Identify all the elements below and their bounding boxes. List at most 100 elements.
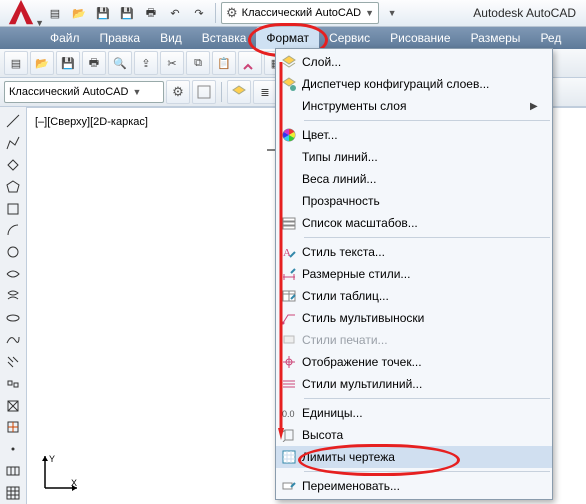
menu-separator	[304, 471, 550, 472]
chevron-down-icon: ▼	[132, 87, 141, 97]
draw-tool-2[interactable]	[2, 155, 24, 175]
draw-tool-12[interactable]	[2, 374, 24, 394]
menu-separator	[304, 120, 550, 121]
menu-item-label: Стиль текста...	[302, 245, 530, 259]
draw-tool-13[interactable]	[2, 396, 24, 416]
qat-redo-icon[interactable]: ↷	[188, 2, 210, 24]
menu-item-вид[interactable]: Вид	[150, 27, 192, 49]
draw-tool-3[interactable]	[2, 177, 24, 197]
menu-item-лимиты-чертежа[interactable]: Лимиты чертежа	[276, 446, 552, 468]
separator	[221, 82, 222, 102]
tb-ws-gear-icon[interactable]: ⚙	[166, 80, 190, 104]
qat-open-icon[interactable]: 📂	[68, 2, 90, 24]
draw-tool-9[interactable]	[2, 308, 24, 328]
tb-copy-icon[interactable]: ⧉	[186, 51, 210, 75]
workspace-combo[interactable]: ⚙ Классический AutoCAD ▼	[221, 2, 379, 24]
menu-item-label: Веса линий...	[302, 172, 530, 186]
format-dropdown: Слой... Диспетчер конфигураций слоев... Ин…	[275, 48, 553, 500]
tb-new-icon[interactable]: ▤	[4, 51, 28, 75]
point-style-icon	[276, 355, 302, 369]
menu-item-правка[interactable]: Правка	[90, 27, 151, 49]
draw-tool-4[interactable]	[2, 199, 24, 219]
draw-tool-1[interactable]	[2, 133, 24, 153]
menu-item-диспетчер-конфигураций-слоев-[interactable]: Диспетчер конфигураций слоев...	[276, 73, 552, 95]
tb-publish-icon[interactable]: ⇪	[134, 51, 158, 75]
layer-state-icon	[276, 77, 302, 91]
draw-tool-7[interactable]	[2, 264, 24, 284]
rename-icon	[276, 479, 302, 493]
menu-item-отображение-точек-[interactable]: Отображение точек...	[276, 351, 552, 373]
tb-preview-icon[interactable]: 🔍	[108, 51, 132, 75]
menu-item-список-масштабов-[interactable]: Список масштабов...	[276, 212, 552, 234]
menu-item-стиль-текста-[interactable]: A Стиль текста...	[276, 241, 552, 263]
plot-style-icon	[276, 333, 302, 347]
qat-print-icon[interactable]: 🖶	[140, 2, 162, 24]
viewport-label[interactable]: [–][Сверху][2D-каркас]	[35, 116, 148, 128]
menu-item-label: Размерные стили...	[302, 267, 530, 281]
menu-item-единицы-[interactable]: 0.0Единицы...	[276, 402, 552, 424]
menu-item-слой-[interactable]: Слой...	[276, 51, 552, 73]
draw-tool-11[interactable]	[2, 352, 24, 372]
tb-cut-icon[interactable]: ✂	[160, 51, 184, 75]
tb-open-icon[interactable]: 📂	[30, 51, 54, 75]
separator	[215, 3, 216, 23]
menu-item-label: Слой...	[302, 55, 530, 69]
qat-new-icon[interactable]: ▤	[44, 2, 66, 24]
menu-item-переименовать-[interactable]: Переименовать...	[276, 475, 552, 497]
tb-match-icon[interactable]	[238, 51, 262, 75]
workspace-combo-2[interactable]: Классический AutoCAD ▼	[4, 81, 164, 103]
layer-icon	[276, 55, 302, 69]
tb-save-icon[interactable]: 💾	[56, 51, 80, 75]
tb-paste-icon[interactable]: 📋	[212, 51, 236, 75]
draw-tool-15[interactable]	[2, 439, 24, 459]
tb-print-icon[interactable]: 🖶	[82, 51, 106, 75]
units-icon: 0.0	[276, 406, 302, 420]
menu-item-типы-линий-[interactable]: Типы линий...	[276, 146, 552, 168]
app-title: Autodesk AutoCAD	[473, 6, 582, 20]
mline-style-icon	[276, 377, 302, 391]
menu-item-сервис[interactable]: Сервис	[319, 27, 380, 49]
menu-item-размеры[interactable]: Размеры	[461, 27, 531, 49]
tb-layer-icon[interactable]	[227, 80, 251, 104]
limits-icon	[276, 450, 302, 464]
draw-tool-10[interactable]	[2, 330, 24, 350]
menu-item-стили-мультилиний-[interactable]: Стили мультилиний...	[276, 373, 552, 395]
menu-item-формат[interactable]: Формат	[256, 27, 319, 49]
menu-item-label: Диспетчер конфигураций слоев...	[302, 77, 530, 91]
draw-tool-6[interactable]	[2, 242, 24, 262]
draw-tool-8[interactable]	[2, 286, 24, 306]
menu-item-label: Стиль мультивыноски	[302, 311, 530, 325]
svg-text:A: A	[283, 247, 291, 259]
menu-item-label: Стили печати...	[302, 333, 530, 347]
draw-tool-16[interactable]	[2, 461, 24, 481]
draw-tool-0[interactable]	[2, 111, 24, 131]
menu-item-стили-таблиц-[interactable]: Стили таблиц...	[276, 285, 552, 307]
draw-tool-14[interactable]	[2, 417, 24, 437]
qat-more-icon[interactable]: ▼	[381, 2, 403, 24]
draw-toolbar	[0, 107, 27, 504]
menu-item-label: Прозрачность	[302, 194, 530, 208]
submenu-arrow-icon: ▶	[530, 101, 542, 112]
draw-tool-5[interactable]	[2, 220, 24, 240]
menu-item-прозрачность[interactable]: Прозрачность	[276, 190, 552, 212]
draw-tool-17[interactable]	[2, 483, 24, 503]
menu-item-цвет-[interactable]: Цвет...	[276, 124, 552, 146]
menu-item-инструменты-слоя[interactable]: Инструменты слоя▶	[276, 95, 552, 117]
tb-ws-a-icon[interactable]	[192, 80, 216, 104]
color-wheel-icon	[276, 128, 302, 142]
menu-item-вставка[interactable]: Вставка	[192, 27, 257, 49]
menu-item-стиль-мультивыноски[interactable]: Стиль мультивыноски	[276, 307, 552, 329]
tb-layer2-icon[interactable]: ≣	[253, 80, 277, 104]
menu-item-размерные-стили-[interactable]: Размерные стили...	[276, 263, 552, 285]
menu-item-высота[interactable]: Высота	[276, 424, 552, 446]
qat-undo-icon[interactable]: ↶	[164, 2, 186, 24]
menu-item-label: Единицы...	[302, 406, 530, 420]
menu-item-веса-линий-[interactable]: Веса линий...	[276, 168, 552, 190]
menu-item-label: Список масштабов...	[302, 216, 530, 230]
menu-item-рисование[interactable]: Рисование	[380, 27, 460, 49]
app-menu-button[interactable]: ▼	[4, 0, 38, 30]
menu-item-ред[interactable]: Ред	[530, 27, 571, 49]
qat-save-icon[interactable]: 💾	[92, 2, 114, 24]
menu-item-файл[interactable]: Файл	[40, 27, 90, 49]
qat-saveas-icon[interactable]: 💾	[116, 2, 138, 24]
